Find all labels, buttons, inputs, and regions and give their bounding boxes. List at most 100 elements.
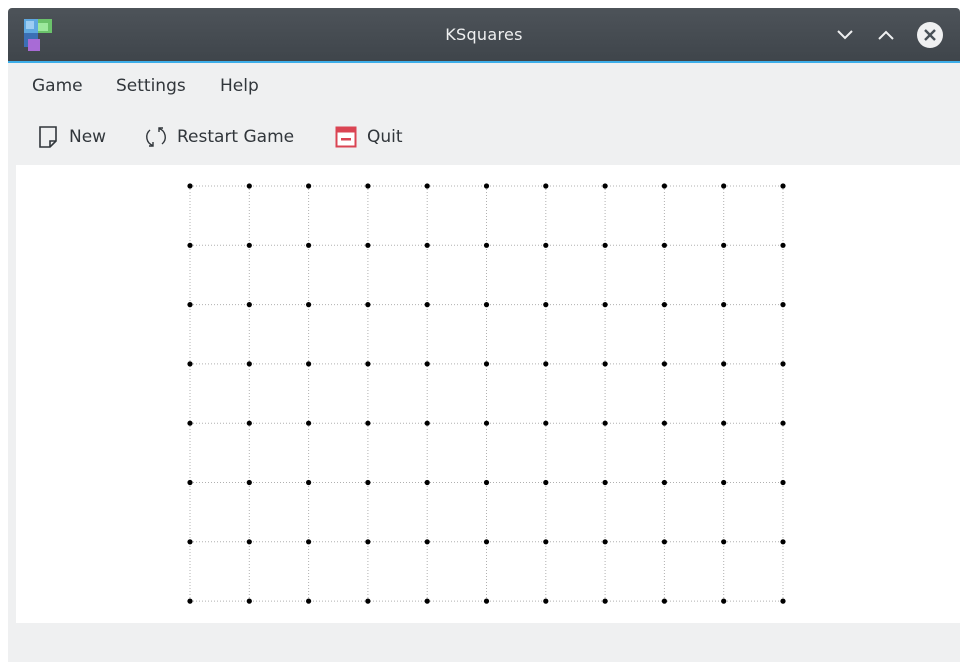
grid-dot [246,479,252,486]
grid-dot [246,361,252,367]
grid-dot [721,479,727,486]
grid-dot [187,479,193,486]
grid-dot [187,242,193,248]
grid-dot [780,361,786,367]
grid-dot [424,302,430,308]
grid-dot [721,361,727,367]
grid-dot [246,539,252,545]
new-document-icon [36,125,60,149]
grid-dot [187,361,193,367]
grid-dot [661,598,668,604]
grid-dot [543,361,549,367]
grid-dot [424,420,430,426]
grid-dot [721,183,727,189]
grid-dot [543,420,549,426]
grid-dot [365,183,371,189]
grid-dot [306,539,312,545]
menu-settings[interactable]: Settings [116,63,186,109]
grid-dot [780,420,786,426]
grid-dot [483,479,490,486]
grid-dot [424,479,430,486]
grid-dot [306,420,312,426]
maximize-icon [878,30,894,40]
game-board[interactable] [16,165,960,623]
menu-game[interactable]: Game [32,63,83,109]
grid-dot [543,183,549,189]
grid-dot [365,242,371,248]
restart-icon [144,125,168,149]
grid-dot [187,539,193,545]
grid-dot [721,598,727,604]
grid-dot [661,420,668,426]
grid-dot [602,302,608,308]
grid-dot [483,183,490,189]
grid-dot [602,479,608,486]
grid-dot [306,479,312,486]
grid-dot [661,361,668,367]
grid-dot [424,539,430,545]
quit-button-label: Quit [367,127,403,147]
grid-dot [483,539,490,545]
grid-dot [306,361,312,367]
main-toolbar: New Restart Game Quit [8,109,960,165]
grid-dot [602,539,608,545]
grid-dot [246,598,252,604]
grid-dot [246,420,252,426]
menu-help[interactable]: Help [220,63,259,109]
title-bar[interactable]: KSquares [8,8,960,63]
grid-dot [602,598,608,604]
minimize-icon [837,30,853,40]
grid-dot [780,183,786,189]
ksquares-window: KSquares Game Settings Help New Restart … [8,8,960,662]
grid-dot [602,361,608,367]
grid-dot [780,302,786,308]
grid-dot [306,183,312,189]
grid-dot [780,598,786,604]
grid-dot [721,539,727,545]
grid-dot [602,420,608,426]
grid-dot [246,302,252,308]
grid-dot [721,242,727,248]
grid-dot [483,420,490,426]
grid-dot [365,598,371,604]
grid-dot [483,302,490,308]
dots-grid[interactable] [16,165,960,623]
grid-dot [661,302,668,308]
grid-dot [246,183,252,189]
grid-dot [306,242,312,248]
new-button-label: New [69,127,107,147]
grid-dot [365,479,371,486]
grid-dot [602,242,608,248]
new-button[interactable]: New [36,109,106,165]
grid-dot [543,479,549,486]
grid-dot [365,361,371,367]
grid-dot [661,242,668,248]
grid-dot [187,183,193,189]
grid-dot [602,183,608,189]
maximize-button[interactable] [872,21,900,49]
grid-dot [543,242,549,248]
grid-dot [780,539,786,545]
menu-bar: Game Settings Help [8,63,960,109]
grid-dot [424,361,430,367]
grid-dot [187,302,193,308]
grid-dot [306,302,312,308]
grid-dot [661,539,668,545]
grid-dot [721,420,727,426]
close-button[interactable] [916,21,944,49]
window-title: KSquares [445,25,523,44]
grid-dot [780,479,786,486]
grid-dot [424,183,430,189]
grid-dot [365,420,371,426]
grid-dot [246,242,252,248]
quit-icon [334,125,358,149]
grid-dot [661,479,668,486]
minimize-button[interactable] [831,21,859,49]
quit-button[interactable]: Quit [334,109,403,165]
grid-dot [543,539,549,545]
grid-dot [780,242,786,248]
restart-game-button[interactable]: Restart Game [144,109,294,165]
grid-dot [721,302,727,308]
close-icon [917,22,943,48]
grid-dot [306,598,312,604]
